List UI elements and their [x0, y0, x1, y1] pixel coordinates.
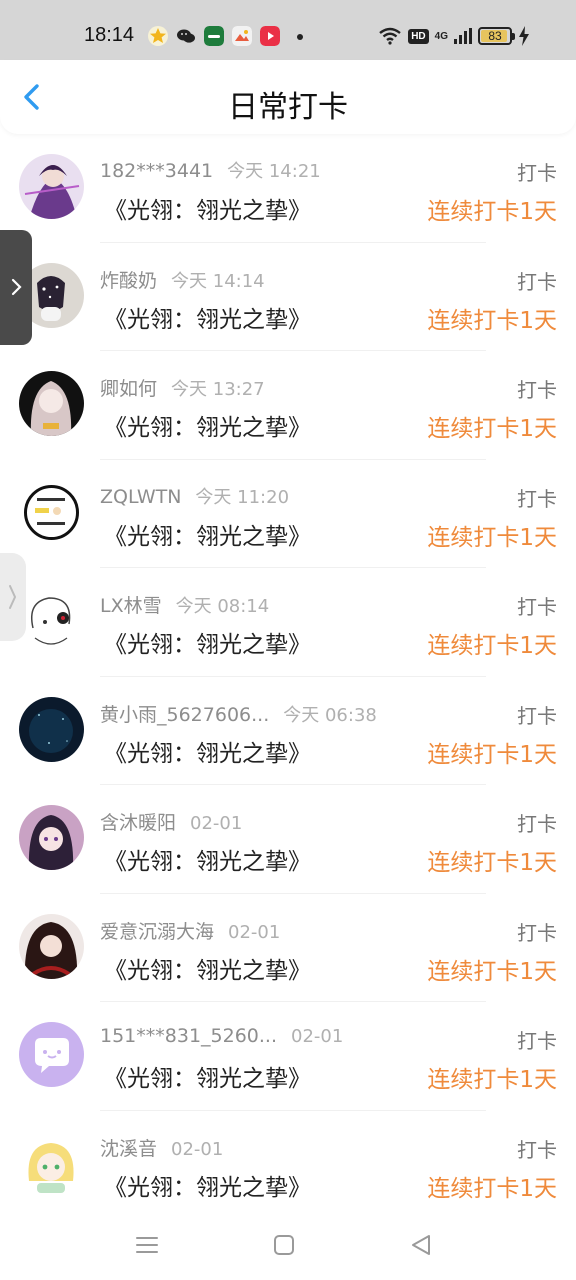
avatar[interactable]	[19, 371, 84, 436]
streak-label: 连续打卡1天	[427, 850, 557, 876]
checkin-tag: 打卡	[517, 378, 557, 402]
wechat-icon	[177, 29, 195, 43]
list-item[interactable]: 182***3441 今天 14:21 《光翎：翎光之挚》 打卡 连续打卡1天	[0, 134, 576, 243]
streak-label: 连续打卡1天	[427, 199, 557, 225]
checkin-time: 02-01	[228, 921, 281, 943]
checkin-tag: 打卡	[517, 812, 557, 836]
notification-dot	[297, 34, 303, 40]
user-name: 炸酸奶 今天 14:14	[100, 269, 265, 292]
home-square-icon[interactable]	[269, 1230, 299, 1260]
user-name: 182***3441 今天 14:21	[100, 160, 321, 182]
user-name: 爱意沉溺大海 02-01	[100, 920, 281, 943]
oppo-icon	[204, 26, 224, 46]
checkin-time: 02-01	[171, 1138, 224, 1160]
streak-label: 连续打卡1天	[427, 741, 557, 768]
streak-label: 连续打卡1天	[427, 1067, 557, 1093]
list-item[interactable]: 爱意沉溺大海 02-01 《光翎：翎光之挚》 打卡 连续打卡1天	[0, 894, 576, 1002]
checkin-time: 今天 08:14	[175, 596, 270, 617]
list-item[interactable]: 黄小雨_5627606... 今天 06:38 《光翎：翎光之挚》 打卡 连续打卡…	[0, 677, 576, 785]
book-title: 《光翎：翎光之挚》	[104, 632, 311, 658]
book-title: 《光翎：翎光之挚》	[104, 1066, 311, 1092]
wifi-icon	[379, 27, 401, 45]
gallery-icon	[232, 26, 252, 46]
video-icon	[260, 26, 280, 46]
checkin-tag: 打卡	[517, 1029, 557, 1053]
status-time: 18:14	[84, 24, 135, 46]
back-triangle-icon[interactable]	[406, 1230, 436, 1260]
book-title: 《光翎：翎光之挚》	[104, 523, 311, 550]
streak-label: 连续打卡1天	[427, 416, 557, 442]
checkin-time: 02-01	[190, 813, 243, 834]
checkin-tag: 打卡	[517, 1137, 557, 1162]
book-title: 《光翎：翎光之挚》	[104, 415, 311, 441]
book-title: 《光翎：翎光之挚》	[104, 306, 311, 333]
checkin-time: 今天 11:20	[195, 486, 290, 508]
user-name: 沈溪音 02-01	[100, 1137, 224, 1160]
hd-badge: HD	[408, 28, 429, 44]
list-item[interactable]: 含沐暖阳 02-01 《光翎：翎光之挚》 打卡 连续打卡1天	[0, 785, 576, 894]
streak-label: 连续打卡1天	[427, 958, 557, 985]
checkin-time: 今天 14:21	[227, 161, 321, 182]
menu-icon[interactable]	[132, 1230, 162, 1260]
checkin-time: 今天 13:27	[171, 379, 265, 400]
streak-label: 连续打卡1天	[427, 1175, 557, 1202]
avatar[interactable]	[19, 696, 84, 762]
user-name: 黄小雨_5627606... 今天 06:38	[100, 703, 377, 726]
battery-icon: 83	[478, 27, 515, 45]
streak-label: 连续打卡1天	[427, 633, 557, 659]
streak-label: 连续打卡1天	[427, 524, 557, 551]
book-title: 《光翎：翎光之挚》	[104, 957, 311, 984]
status-indicators: HD 4G 83	[378, 24, 530, 48]
book-title: 《光翎：翎光之挚》	[104, 740, 311, 767]
avatar[interactable]	[19, 913, 84, 979]
star-icon	[148, 26, 168, 46]
avatar[interactable]	[19, 479, 84, 545]
charging-icon	[519, 26, 529, 46]
edge-handle[interactable]	[0, 553, 26, 641]
checkin-time: 02-01	[291, 1026, 344, 1047]
list-item[interactable]: LX林雪 今天 08:14 《光翎：翎光之挚》 打卡 连续打卡1天	[0, 568, 576, 677]
user-name: 卿如何 今天 13:27	[100, 378, 265, 400]
battery-level: 83	[488, 29, 502, 43]
book-title: 《光翎：翎光之挚》	[104, 1174, 311, 1201]
list-item[interactable]: ZQLWTN 今天 11:20 《光翎：翎光之挚》 打卡 连续打卡1天	[0, 460, 576, 568]
avatar[interactable]	[19, 805, 84, 870]
system-nav-bar	[0, 1208, 576, 1280]
checkin-tag: 打卡	[517, 595, 557, 619]
list-item[interactable]: 炸酸奶 今天 14:14 《光翎：翎光之挚》 打卡 连续打卡1天	[0, 243, 576, 351]
signal-icon	[454, 28, 472, 44]
user-name: 151***831_5260... 02-01	[100, 1025, 344, 1047]
avatar[interactable]	[19, 1022, 84, 1087]
list-item[interactable]: 沈溪音 02-01 《光翎：翎光之挚》 打卡 连续打卡1天	[0, 1111, 576, 1220]
book-title: 《光翎：翎光之挚》	[104, 198, 311, 224]
checkin-time: 今天 06:38	[283, 704, 377, 726]
avatar[interactable]	[19, 588, 84, 653]
checkin-tag: 打卡	[517, 161, 557, 185]
network-type: 4G	[434, 30, 448, 42]
avatar[interactable]	[19, 154, 84, 219]
avatar[interactable]	[19, 1130, 84, 1196]
checkin-tag: 打卡	[517, 486, 557, 511]
checkin-time: 今天 14:14	[171, 270, 265, 292]
checkin-tag: 打卡	[517, 703, 557, 728]
page-title: 日常打卡	[228, 90, 348, 125]
checkin-list: 182***3441 今天 14:21 《光翎：翎光之挚》 打卡 连续打卡1天 炸…	[0, 134, 576, 1219]
user-name: LX林雪 今天 08:14	[100, 595, 270, 617]
user-name: ZQLWTN 今天 11:20	[100, 485, 290, 508]
checkin-tag: 打卡	[517, 269, 557, 294]
list-item[interactable]: 卿如何 今天 13:27 《光翎：翎光之挚》 打卡 连续打卡1天	[0, 351, 576, 460]
chevron-right-icon	[11, 278, 22, 296]
checkin-tag: 打卡	[517, 920, 557, 945]
side-panel-handle[interactable]	[0, 230, 32, 345]
list-item[interactable]: 151***831_5260... 02-01 《光翎：翎光之挚》 打卡 连续打卡…	[0, 1002, 576, 1111]
book-title: 《光翎：翎光之挚》	[104, 849, 311, 875]
user-name: 含沐暖阳 02-01	[100, 812, 243, 834]
streak-label: 连续打卡1天	[427, 307, 557, 334]
status-bar: 18:14 HD 4G 83	[0, 0, 576, 60]
chevron-right-icon	[9, 585, 17, 609]
page-header: 日常打卡	[0, 60, 576, 134]
